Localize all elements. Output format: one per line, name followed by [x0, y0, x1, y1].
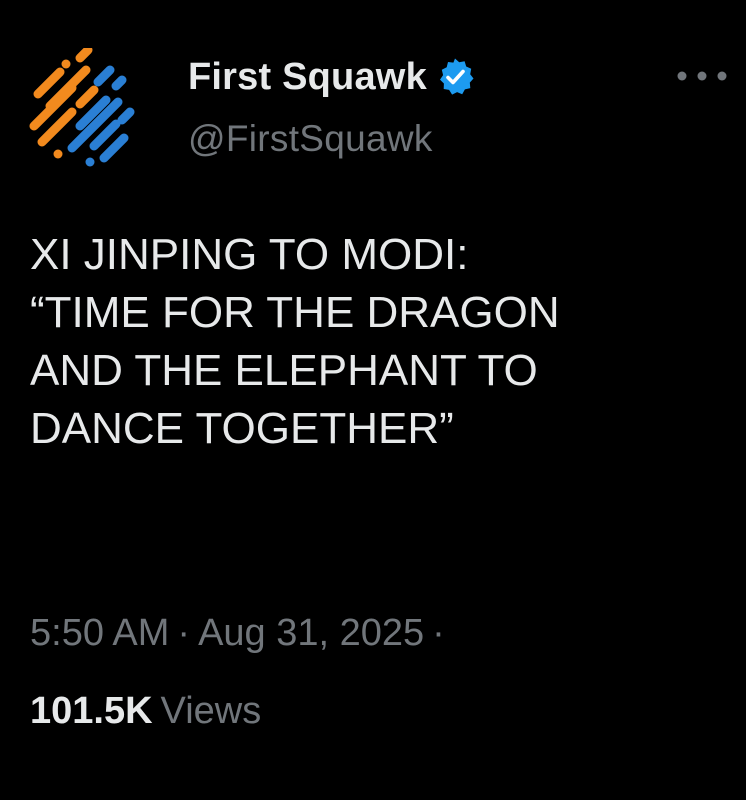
- tweet-time[interactable]: 5:50 AM: [30, 612, 169, 654]
- tweet-card: First Squawk @FirstSquawk XI JINPING TO …: [0, 0, 746, 800]
- meta-trailing-separator: ·: [432, 612, 445, 654]
- verified-badge-icon: [435, 57, 475, 97]
- tweet-text: XI JINPING TO MODI: “TIME FOR THE DRAGON…: [30, 230, 560, 453]
- more-options-button[interactable]: [672, 58, 732, 94]
- tweet-date[interactable]: Aug 31, 2025: [198, 612, 424, 654]
- avatar[interactable]: [28, 48, 150, 170]
- views-count: 101.5K: [30, 690, 153, 732]
- author-handle[interactable]: @FirstSquawk: [188, 118, 433, 160]
- tweet-meta: 5:50 AM · Aug 31, 2025 ·: [30, 612, 453, 655]
- author-display-name[interactable]: First Squawk: [188, 56, 427, 99]
- views-stat[interactable]: 101.5K Views: [30, 690, 261, 733]
- author-name-row: First Squawk: [188, 52, 475, 102]
- meta-separator: ·: [177, 612, 191, 654]
- more-options-icon: [677, 71, 727, 81]
- first-squawk-logo-icon: [29, 48, 135, 167]
- views-label: Views: [160, 690, 262, 732]
